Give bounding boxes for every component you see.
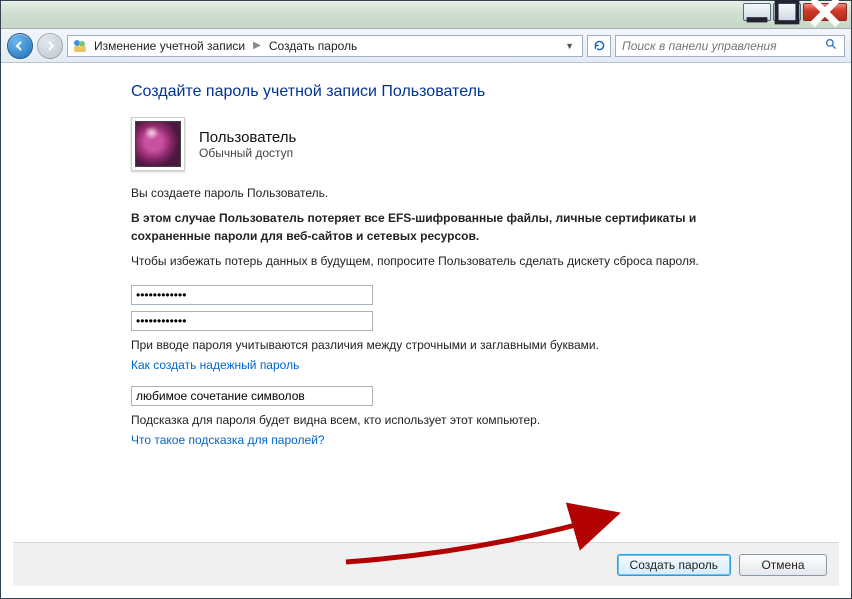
maximize-button[interactable] xyxy=(773,3,801,21)
create-password-button[interactable]: Создать пароль xyxy=(617,554,731,576)
user-type: Обычный доступ xyxy=(199,146,296,160)
info-line-2: В этом случае Пользователь потеряет все … xyxy=(131,210,741,245)
minimize-button[interactable] xyxy=(743,3,771,21)
user-name: Пользователь xyxy=(199,129,296,146)
back-button[interactable] xyxy=(7,33,33,59)
footer-bar: Создать пароль Отмена xyxy=(13,542,839,586)
navbar: Изменение учетной записи ▶ Создать парол… xyxy=(1,29,851,63)
avatar xyxy=(131,117,185,171)
password-hint-field[interactable] xyxy=(131,386,373,406)
forward-button[interactable] xyxy=(37,33,63,59)
search-input[interactable] xyxy=(622,39,825,53)
info-line-1: Вы создаете пароль Пользователь. xyxy=(131,185,741,202)
new-password-field[interactable] xyxy=(131,285,373,305)
confirm-password-field[interactable] xyxy=(131,311,373,331)
breadcrumb-item-1[interactable]: Изменение учетной записи xyxy=(94,39,245,53)
chevron-right-icon: ▶ xyxy=(251,40,263,51)
window: Изменение учетной записи ▶ Создать парол… xyxy=(0,0,852,599)
page-title: Создайте пароль учетной записи Пользоват… xyxy=(131,83,851,101)
search-box[interactable] xyxy=(615,35,845,57)
search-icon xyxy=(825,38,838,54)
strong-password-link[interactable]: Как создать надежный пароль xyxy=(131,358,299,372)
user-accounts-icon xyxy=(72,38,88,54)
info-line-3: Чтобы избежать потерь данных в будущем, … xyxy=(131,253,741,270)
hint-note: Подсказка для пароля будет видна всем, к… xyxy=(131,412,741,429)
user-info: Пользователь Обычный доступ xyxy=(131,117,851,171)
content-area: Создайте пароль учетной записи Пользоват… xyxy=(1,63,851,598)
titlebar xyxy=(1,1,851,29)
address-dropdown-icon[interactable]: ▼ xyxy=(561,41,578,51)
hint-help-link[interactable]: Что такое подсказка для паролей? xyxy=(131,433,325,447)
address-bar[interactable]: Изменение учетной записи ▶ Создать парол… xyxy=(67,35,583,57)
refresh-button[interactable] xyxy=(587,35,611,57)
avatar-image xyxy=(135,121,181,167)
caps-note: При вводе пароля учитываются различия ме… xyxy=(131,337,741,354)
breadcrumb-item-2[interactable]: Создать пароль xyxy=(269,39,357,53)
close-button[interactable] xyxy=(803,3,847,21)
cancel-button[interactable]: Отмена xyxy=(739,554,827,576)
